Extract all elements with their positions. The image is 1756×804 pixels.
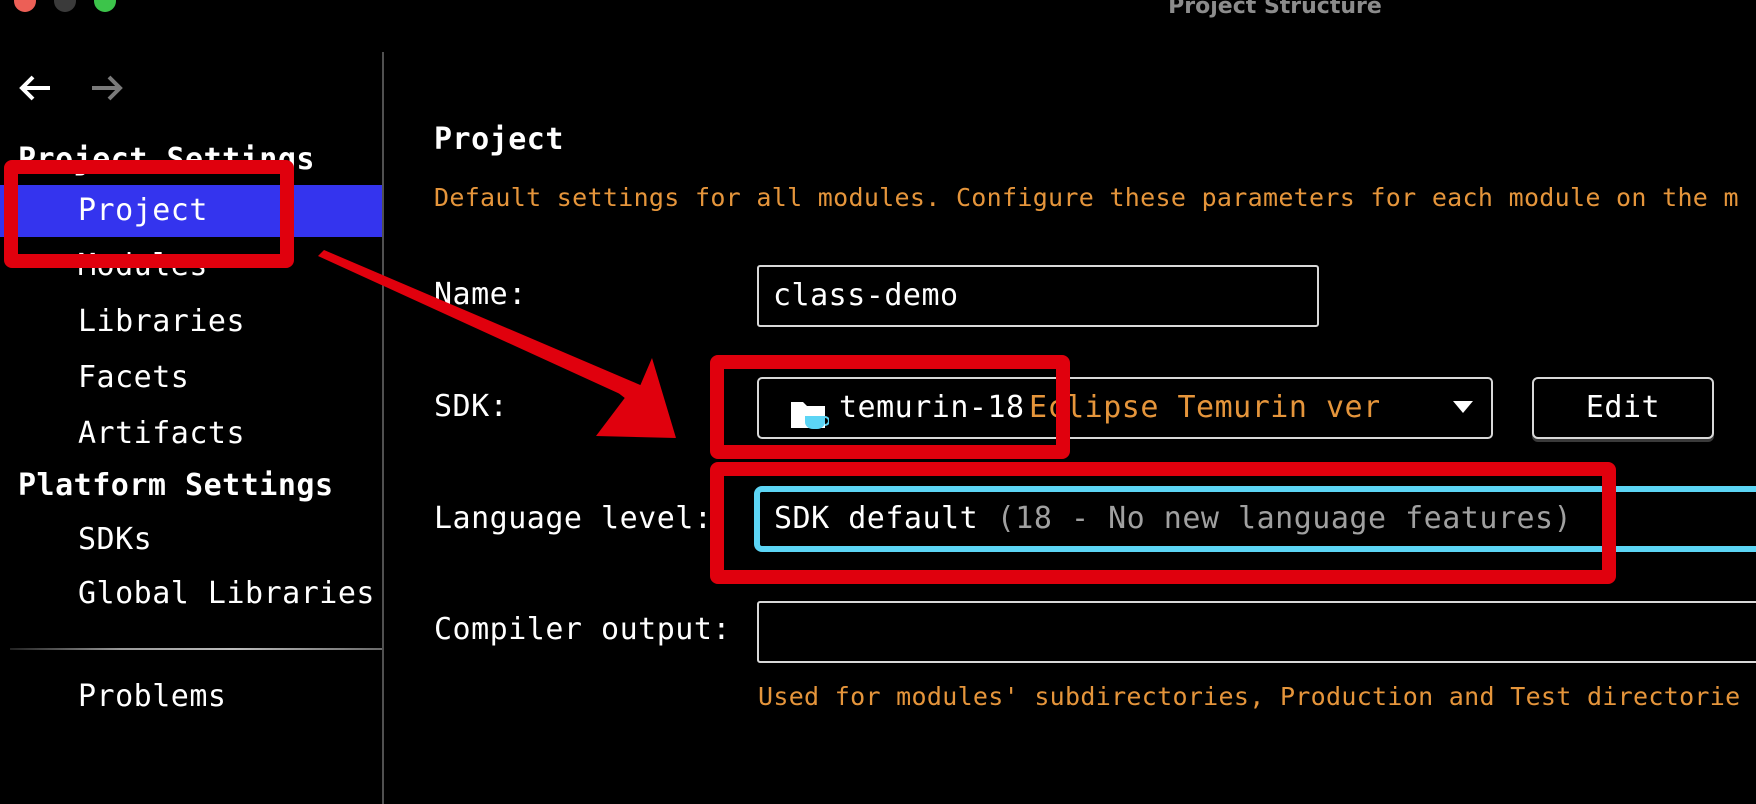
sidebar-item-modules[interactable]: Modules: [0, 240, 382, 292]
sidebar-item-facets[interactable]: Facets: [0, 352, 382, 404]
name-field[interactable]: class-demo: [757, 265, 1319, 327]
edit-sdk-button[interactable]: Edit: [1532, 377, 1714, 439]
sidebar-splitter[interactable]: [382, 52, 384, 804]
sidebar-divider: [10, 648, 382, 650]
sidebar-item-problems[interactable]: Problems: [0, 671, 382, 723]
sdk-folder-icon: [789, 394, 830, 429]
window-minimize-button[interactable]: [54, 0, 76, 12]
window-zoom-button[interactable]: [94, 0, 116, 12]
forward-arrow-icon[interactable]: [86, 70, 126, 106]
compiler-output-label: Compiler output:: [434, 612, 731, 647]
sdk-name: temurin-18: [839, 390, 1025, 425]
sdk-label: SDK:: [434, 389, 509, 424]
window-title: Project Structure: [1168, 0, 1382, 19]
sidebar-item-artifacts[interactable]: Artifacts: [0, 408, 382, 460]
language-level-value: SDK default: [774, 501, 979, 536]
project-settings-header: Project Settings: [18, 142, 315, 177]
compiler-output-field[interactable]: [757, 601, 1756, 663]
language-level-detail: (18 - No new language features): [996, 501, 1573, 536]
project-structure-window: Project Structure Project Settings Proje…: [0, 0, 1756, 804]
name-label: Name:: [434, 277, 527, 312]
page-title: Project: [434, 122, 564, 157]
sidebar-item-sdks[interactable]: SDKs: [0, 514, 382, 566]
language-level-label: Language level:: [434, 501, 713, 536]
chevron-down-icon: [1453, 401, 1473, 413]
compiler-output-hint: Used for modules' subdirectories, Produc…: [758, 682, 1741, 711]
sdk-description: Eclipse Temurin vers: [1029, 390, 1379, 425]
page-description: Default settings for all modules. Config…: [434, 183, 1739, 212]
back-arrow-icon[interactable]: [16, 70, 56, 106]
sdk-dropdown[interactable]: temurin-18 Eclipse Temurin vers: [757, 377, 1493, 439]
window-close-button[interactable]: [14, 0, 36, 12]
sidebar-item-global-libraries[interactable]: Global Libraries: [0, 568, 382, 620]
platform-settings-header: Platform Settings: [18, 468, 334, 503]
sidebar-item-libraries[interactable]: Libraries: [0, 296, 382, 348]
sidebar-item-project[interactable]: Project: [0, 185, 382, 237]
language-level-dropdown[interactable]: SDK default (18 - No new language featur…: [754, 486, 1756, 552]
